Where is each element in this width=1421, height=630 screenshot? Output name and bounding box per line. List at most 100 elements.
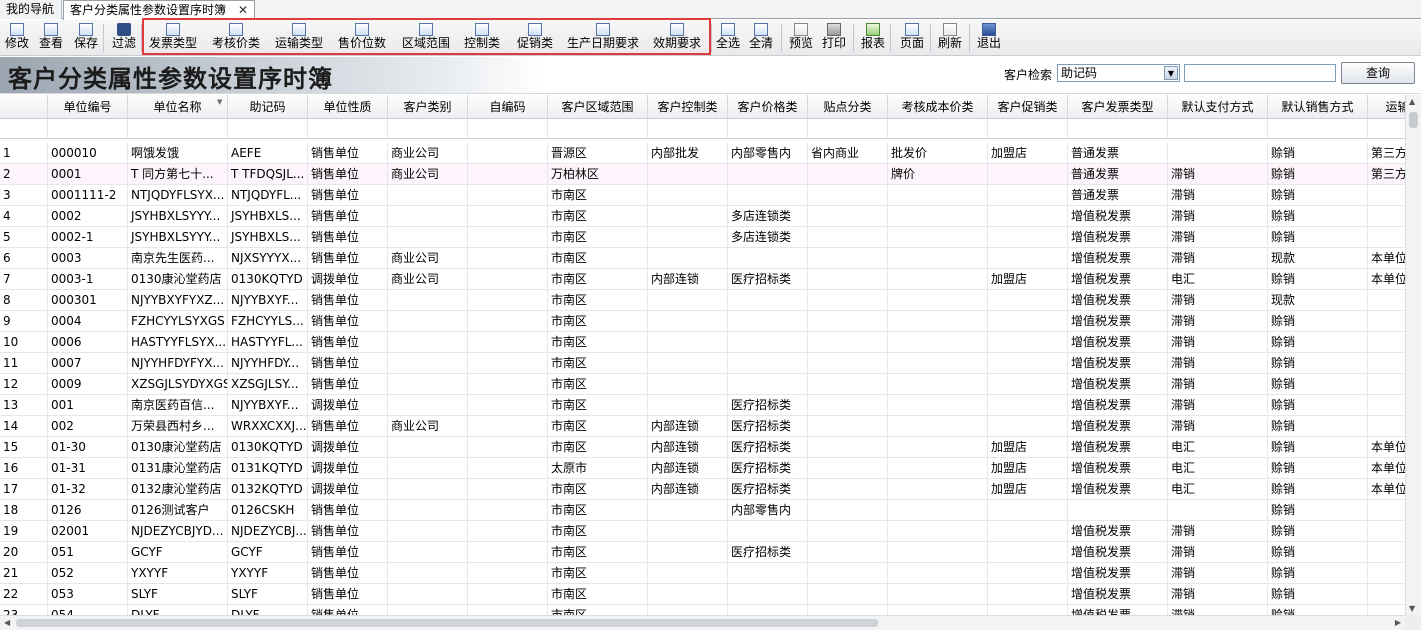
table-cell[interactable]	[808, 353, 888, 374]
table-cell[interactable]	[988, 374, 1068, 395]
table-cell[interactable]: 滞销	[1168, 395, 1268, 416]
table-cell[interactable]: 赊销	[1268, 164, 1368, 185]
table-cell[interactable]	[728, 164, 808, 185]
table-cell[interactable]: 增值税发票	[1068, 269, 1168, 290]
table-cell[interactable]	[468, 374, 548, 395]
table-cell[interactable]: 市南区	[548, 248, 648, 269]
table-cell[interactable]: 内部零售内	[728, 500, 808, 521]
scroll-up-icon[interactable]: ▲	[1409, 97, 1415, 106]
table-cell[interactable]: 销售单位	[308, 563, 388, 584]
table-cell[interactable]: SLYF	[228, 584, 308, 605]
table-cell[interactable]: 增值税发票	[1068, 227, 1168, 248]
close-icon[interactable]: ✕	[238, 1, 248, 19]
table-cell[interactable]: 增值税发票	[1068, 374, 1168, 395]
table-cell[interactable]	[808, 332, 888, 353]
table-cell[interactable]: 002	[48, 416, 128, 437]
table-cell[interactable]: 调拨单位	[308, 479, 388, 500]
table-cell[interactable]: 省内商业	[808, 143, 888, 164]
table-cell[interactable]: 0126测试客户	[128, 500, 228, 521]
chevron-down-icon[interactable]: ▼	[1164, 66, 1178, 80]
table-cell[interactable]: 市南区	[548, 542, 648, 563]
column-header-0[interactable]	[0, 95, 48, 119]
table-cell[interactable]	[388, 311, 468, 332]
table-cell[interactable]	[468, 542, 548, 563]
table-row[interactable]: 16 01-31 0131康沁堂药店 0131KQTYD 调拨单位 太原市 内部连锁 医疗招标…	[0, 458, 1405, 479]
table-cell[interactable]: 内部连锁	[648, 416, 728, 437]
table-cell[interactable]: 0007	[48, 353, 128, 374]
table-cell[interactable]: 滞销	[1168, 311, 1268, 332]
table-cell[interactable]	[988, 521, 1068, 542]
table-cell[interactable]: 销售单位	[308, 500, 388, 521]
table-cell[interactable]	[468, 395, 548, 416]
row-number[interactable]: 7	[0, 269, 48, 290]
row-number[interactable]: 12	[0, 374, 48, 395]
table-cell[interactable]	[1168, 500, 1268, 521]
table-cell[interactable]: 增值税发票	[1068, 311, 1168, 332]
table-cell[interactable]	[388, 395, 468, 416]
table-cell[interactable]: 销售单位	[308, 206, 388, 227]
toolbar-button-19[interactable]: 刷新	[935, 21, 965, 55]
table-cell[interactable]: 内部连锁	[648, 479, 728, 500]
table-cell[interactable]: FZHCYYLS...	[228, 311, 308, 332]
table-cell[interactable]: 滞销	[1168, 164, 1268, 185]
row-number[interactable]: 5	[0, 227, 48, 248]
table-cell[interactable]: 赊销	[1268, 311, 1368, 332]
table-cell[interactable]: NTJQDYFLSYX...	[128, 185, 228, 206]
table-cell[interactable]	[388, 605, 468, 615]
table-cell[interactable]: 增值税发票	[1068, 542, 1168, 563]
table-cell[interactable]	[648, 164, 728, 185]
table-cell[interactable]: 批发价	[888, 143, 988, 164]
table-cell[interactable]: 增值税发票	[1068, 584, 1168, 605]
filter-cell[interactable]	[1268, 119, 1368, 139]
table-cell[interactable]	[1368, 206, 1405, 227]
table-cell[interactable]	[808, 521, 888, 542]
table-cell[interactable]: 000301	[48, 290, 128, 311]
table-cell[interactable]: 0001	[48, 164, 128, 185]
table-cell[interactable]: 02001	[48, 521, 128, 542]
table-cell[interactable]: 赊销	[1268, 479, 1368, 500]
table-cell[interactable]: 多店连锁类	[728, 227, 808, 248]
table-cell[interactable]: 0003	[48, 248, 128, 269]
table-cell[interactable]: 市南区	[548, 500, 648, 521]
table-cell[interactable]	[808, 437, 888, 458]
table-cell[interactable]	[888, 374, 988, 395]
table-cell[interactable]: 000010	[48, 143, 128, 164]
table-cell[interactable]	[468, 437, 548, 458]
table-cell[interactable]: 增值税发票	[1068, 395, 1168, 416]
table-cell[interactable]: 滞销	[1168, 374, 1268, 395]
table-cell[interactable]: 内部连锁	[648, 437, 728, 458]
table-cell[interactable]: 销售单位	[308, 185, 388, 206]
table-cell[interactable]: 01-32	[48, 479, 128, 500]
table-cell[interactable]: 0126CSKH	[228, 500, 308, 521]
table-cell[interactable]: 医疗招标类	[728, 458, 808, 479]
table-row[interactable]: 20 051 GCYF GCYF 销售单位 市南区 医疗招标类 增值税发票 滞销 赊销	[0, 542, 1405, 563]
column-header-5[interactable]: 客户类别	[388, 95, 468, 119]
toolbar-button-1[interactable]: 查看	[36, 21, 66, 55]
table-cell[interactable]	[648, 290, 728, 311]
table-cell[interactable]: 0002-1	[48, 227, 128, 248]
table-cell[interactable]	[468, 290, 548, 311]
table-cell[interactable]	[988, 584, 1068, 605]
column-header-14[interactable]: 默认支付方式	[1168, 95, 1268, 119]
table-cell[interactable]: 滞销	[1168, 248, 1268, 269]
table-cell[interactable]: 商业公司	[388, 416, 468, 437]
table-cell[interactable]	[1168, 143, 1268, 164]
table-cell[interactable]	[808, 542, 888, 563]
table-cell[interactable]	[988, 395, 1068, 416]
table-cell[interactable]: HASTYYFL...	[228, 332, 308, 353]
toolbar-button-15[interactable]: 预览	[786, 21, 816, 55]
table-cell[interactable]	[648, 374, 728, 395]
table-cell[interactable]	[808, 164, 888, 185]
table-cell[interactable]: 第三方	[1368, 164, 1405, 185]
table-cell[interactable]	[468, 416, 548, 437]
table-cell[interactable]	[728, 311, 808, 332]
column-header-9[interactable]: 客户价格类	[728, 95, 808, 119]
table-cell[interactable]: 啊饿发饿	[128, 143, 228, 164]
table-cell[interactable]: 市南区	[548, 395, 648, 416]
table-cell[interactable]: 第三方	[1368, 143, 1405, 164]
table-row[interactable]: 6 0003 南京先生医药... NJXSYYYX... 销售单位 商业公司 市南区 增值税发…	[0, 248, 1405, 269]
filter-cell[interactable]	[48, 119, 128, 139]
table-cell[interactable]: 0132康沁堂药店	[128, 479, 228, 500]
toolbar-button-20[interactable]: 退出	[974, 21, 1004, 55]
filter-cell[interactable]	[308, 119, 388, 139]
